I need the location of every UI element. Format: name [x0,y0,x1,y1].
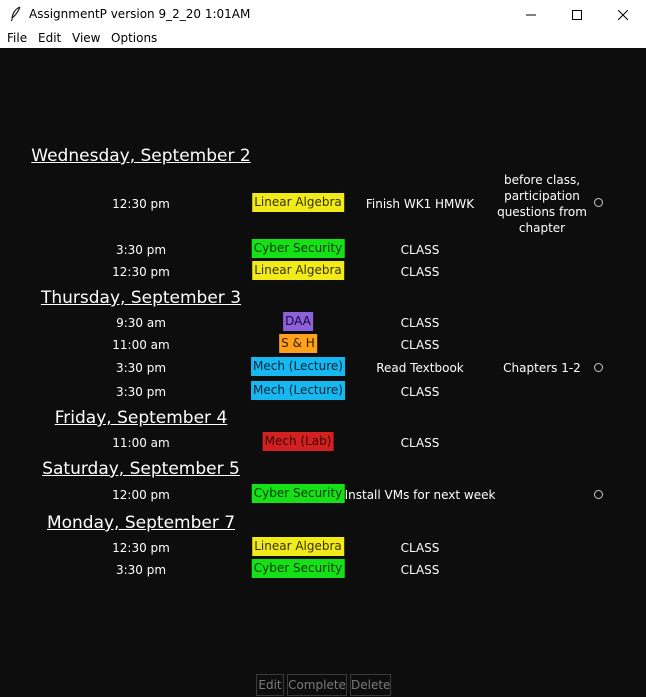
course-tag-mech-lecture: Mech (Lecture) [251,357,345,376]
course-tag-s-and-h: S & H [279,334,317,353]
time-label: 3:30 pm [115,361,167,375]
task-label: Install VMs for next week [344,488,496,502]
day-header-wednesday: Wednesday, September 2 [31,146,251,166]
time-label: 12:00 pm [112,488,170,502]
menu-options[interactable]: Options [111,31,157,45]
close-icon [617,5,629,24]
menu-file[interactable]: File [7,31,27,45]
day-header-friday: Friday, September 4 [54,408,228,428]
minimize-icon [526,5,536,24]
time-label: 12:30 pm [112,541,170,555]
time-label: 9:30 am [116,316,166,330]
minimize-button[interactable] [508,0,554,28]
task-label: CLASS [400,541,440,555]
menu-view[interactable]: View [72,31,100,45]
task-label: CLASS [400,338,440,352]
complete-toggle[interactable] [594,198,603,207]
time-label: 3:30 pm [115,243,167,257]
delete-button[interactable]: Delete [350,674,391,696]
course-tag-mech-lecture: Mech (Lecture) [251,381,345,400]
course-tag-linear-algebra: Linear Algebra [252,261,344,280]
time-label: 3:30 pm [115,563,167,577]
task-note: Chapters 1-2 [503,361,581,375]
task-label: CLASS [400,385,440,399]
complete-button[interactable]: Complete [287,674,347,696]
feather-icon [9,6,23,22]
complete-toggle[interactable] [594,490,603,499]
course-tag-cyber-security: Cyber Security [251,559,345,578]
time-label: 12:30 pm [112,197,170,211]
edit-button[interactable]: Edit [256,674,284,696]
window-title: AssignmentP version 9_2_20 1:01AM [29,7,251,21]
task-label: CLASS [400,243,440,257]
course-tag-daa: DAA [283,312,313,331]
course-tag-cyber-security: Cyber Security [251,484,345,503]
course-tag-cyber-security: Cyber Security [251,239,345,258]
time-label: 12:30 pm [112,265,170,279]
day-header-monday: Monday, September 7 [46,513,236,533]
task-label: Read Textbook [376,361,464,375]
day-header-saturday: Saturday, September 5 [42,459,240,479]
time-label: 11:00 am [112,436,170,450]
menu-bar: File Edit View Options [0,28,646,48]
task-label: CLASS [400,316,440,330]
course-tag-linear-algebra: Linear Algebra [252,537,344,556]
title-bar: AssignmentP version 9_2_20 1:01AM [0,0,646,28]
menu-edit[interactable]: Edit [38,31,61,45]
schedule-area: Wednesday, September 2 12:30 pm Linear A… [0,48,646,697]
task-label: Finish WK1 HMWK [365,197,475,211]
maximize-icon [572,5,582,24]
maximize-button[interactable] [554,0,600,28]
course-tag-mech-lab: Mech (Lab) [262,432,334,451]
time-label: 3:30 pm [115,385,167,399]
course-tag-linear-algebra: Linear Algebra [252,193,344,212]
task-note: before class, participation questions fr… [497,173,587,235]
complete-toggle[interactable] [594,363,603,372]
time-label: 11:00 am [112,338,170,352]
task-label: CLASS [400,436,440,450]
task-label: CLASS [400,563,440,577]
day-header-thursday: Thursday, September 3 [40,288,242,308]
task-label: CLASS [400,265,440,279]
close-button[interactable] [600,0,646,28]
